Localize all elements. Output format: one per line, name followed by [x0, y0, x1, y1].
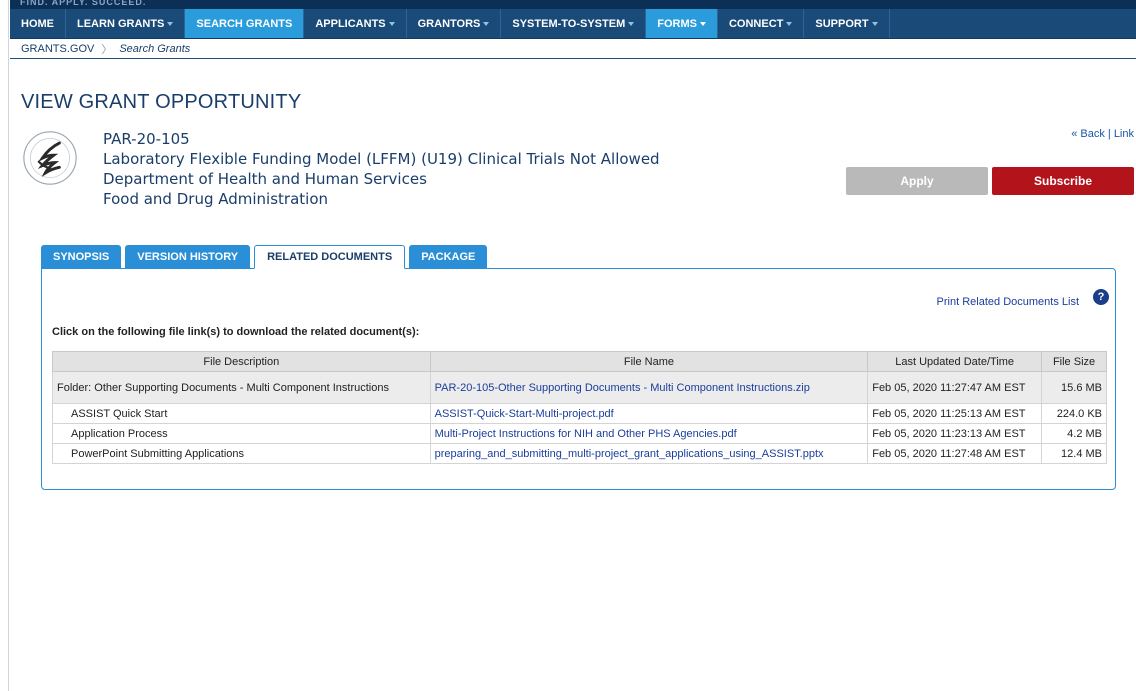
opportunity-agency: Department of Health and Human Services — [103, 170, 427, 188]
table-row: Folder: Other Supporting Documents - Mul… — [52, 371, 1107, 404]
nav-item-label: LEARN GRANTS — [77, 17, 165, 30]
back-link[interactable]: « Back — [1071, 128, 1105, 140]
page-title: VIEW GRANT OPPORTUNITY — [21, 91, 302, 113]
nav-item-label: GRANTORS — [417, 17, 481, 30]
tab-package[interactable]: PACKAGE — [409, 245, 488, 268]
caret-down-icon — [628, 22, 635, 26]
main-nav: HOME LEARN GRANTS SEARCH GRANTS APPLICANTS G… — [10, 9, 1136, 39]
column-header-last-updated: Last Updated Date/Time — [867, 351, 1043, 372]
breadcrumb: GRANTS.GOV 〉 Search Grants — [10, 39, 1136, 59]
file-description-cell: Application Process — [52, 423, 431, 444]
related-documents-table: File Description File Name Last Updated … — [52, 351, 1107, 464]
caret-down-icon — [786, 22, 793, 26]
opportunity-number: PAR-20-105 — [103, 130, 190, 148]
related-documents-panel: Print Related Documents List ? Click on … — [41, 268, 1116, 490]
print-related-documents-link[interactable]: Print Related Documents List — [937, 296, 1079, 308]
nav-item-system-to-system[interactable]: SYSTEM-TO-SYSTEM — [501, 9, 647, 38]
left-edge — [0, 0, 9, 691]
nav-item-label: FORMS — [657, 17, 697, 30]
file-name-link[interactable]: Multi-Project Instructions for NIH and O… — [429, 423, 869, 444]
caret-down-icon — [388, 22, 395, 26]
breadcrumb-home-link[interactable]: GRANTS.GOV — [21, 43, 94, 55]
file-size-cell: 12.4 MB — [1041, 443, 1107, 464]
nav-item-label: SUPPORT — [815, 17, 869, 30]
last-updated-cell: Feb 05, 2020 11:23:13 AM EST — [867, 423, 1043, 444]
file-name-link[interactable]: PAR-20-105-Other Supporting Documents - … — [429, 371, 869, 404]
column-header-file-description: File Description — [52, 351, 431, 372]
file-size-cell: 4.2 MB — [1041, 423, 1107, 444]
permalink-link[interactable]: Link — [1114, 128, 1134, 140]
link-divider: | — [1104, 128, 1114, 140]
opportunity-summary: PAR-20-105 Laboratory Flexible Funding M… — [103, 129, 660, 209]
page: FIND. APPLY. SUCCEED. HOME LEARN GRANTS SE… — [10, 0, 1136, 691]
last-updated-cell: Feb 05, 2020 11:25:13 AM EST — [867, 403, 1043, 424]
download-instructions: Click on the following file link(s) to d… — [52, 326, 420, 338]
column-header-file-size: File Size — [1041, 351, 1107, 372]
breadcrumb-current: Search Grants — [119, 42, 191, 55]
tab-version-history[interactable]: VERSION HISTORY — [125, 245, 251, 268]
file-size-cell: 224.0 KB — [1041, 403, 1107, 424]
file-description-cell: Folder: Other Supporting Documents - Mul… — [52, 371, 431, 404]
caret-down-icon — [483, 22, 490, 26]
last-updated-cell: Feb 05, 2020 11:27:48 AM EST — [867, 443, 1043, 464]
caret-down-icon — [167, 22, 174, 26]
nav-item-grantors[interactable]: GRANTORS — [407, 9, 502, 38]
hhs-seal-icon — [23, 131, 77, 185]
file-description-cell: PowerPoint Submitting Applications — [52, 443, 431, 464]
tagline-bar: FIND. APPLY. SUCCEED. — [10, 0, 1136, 9]
nav-item-label: SEARCH GRANTS — [196, 17, 293, 30]
table-row: ASSIST Quick Start ASSIST-Quick-Start-Mul… — [52, 403, 1107, 424]
caret-down-icon — [699, 22, 706, 26]
column-header-file-name: File Name — [429, 351, 869, 372]
opportunity-title: Laboratory Flexible Funding Model (LFFM)… — [103, 150, 660, 168]
nav-item-home[interactable]: HOME — [10, 9, 66, 38]
tab-synopsis[interactable]: SYNOPSIS — [41, 245, 122, 268]
file-size-cell: 15.6 MB — [1041, 371, 1107, 404]
nav-item-label: HOME — [21, 17, 54, 30]
nav-item-label: SYSTEM-TO-SYSTEM — [512, 17, 626, 30]
help-icon[interactable]: ? — [1093, 289, 1109, 305]
site-tagline: FIND. APPLY. SUCCEED. — [20, 0, 147, 7]
nav-item-connect[interactable]: CONNECT — [718, 9, 805, 38]
nav-item-forms[interactable]: FORMS — [646, 9, 718, 38]
opportunity-tabs: SYNOPSIS VERSION HISTORY RELATED DOCUMENTS… — [41, 245, 491, 269]
file-name-link[interactable]: ASSIST-Quick-Start-Multi-project.pdf — [429, 403, 869, 424]
file-name-link[interactable]: preparing_and_submitting_multi-project_g… — [429, 443, 869, 464]
file-description-cell: ASSIST Quick Start — [52, 403, 431, 424]
opportunity-subagency: Food and Drug Administration — [103, 190, 328, 208]
breadcrumb-separator: 〉 — [101, 43, 113, 56]
table-row: PowerPoint Submitting Applications prepar… — [52, 443, 1107, 464]
nav-item-support[interactable]: SUPPORT — [804, 9, 890, 38]
tab-related-documents[interactable]: RELATED DOCUMENTS — [254, 245, 406, 269]
table-header-row: File Description File Name Last Updated … — [52, 351, 1107, 372]
caret-down-icon — [871, 22, 878, 26]
subscribe-button[interactable]: Subscribe — [992, 167, 1134, 195]
nav-item-label: APPLICANTS — [315, 17, 386, 30]
nav-item-label: CONNECT — [728, 17, 784, 30]
apply-button[interactable]: Apply — [846, 167, 988, 195]
nav-item-applicants[interactable]: APPLICANTS — [304, 9, 407, 38]
nav-item-learn-grants[interactable]: LEARN GRANTS — [66, 9, 186, 38]
table-row: Application Process Multi-Project Instruc… — [52, 423, 1107, 444]
back-link-group: « Back | Link — [1071, 128, 1134, 140]
nav-item-search-grants[interactable]: SEARCH GRANTS — [185, 9, 305, 38]
last-updated-cell: Feb 05, 2020 11:27:47 AM EST — [867, 371, 1043, 404]
